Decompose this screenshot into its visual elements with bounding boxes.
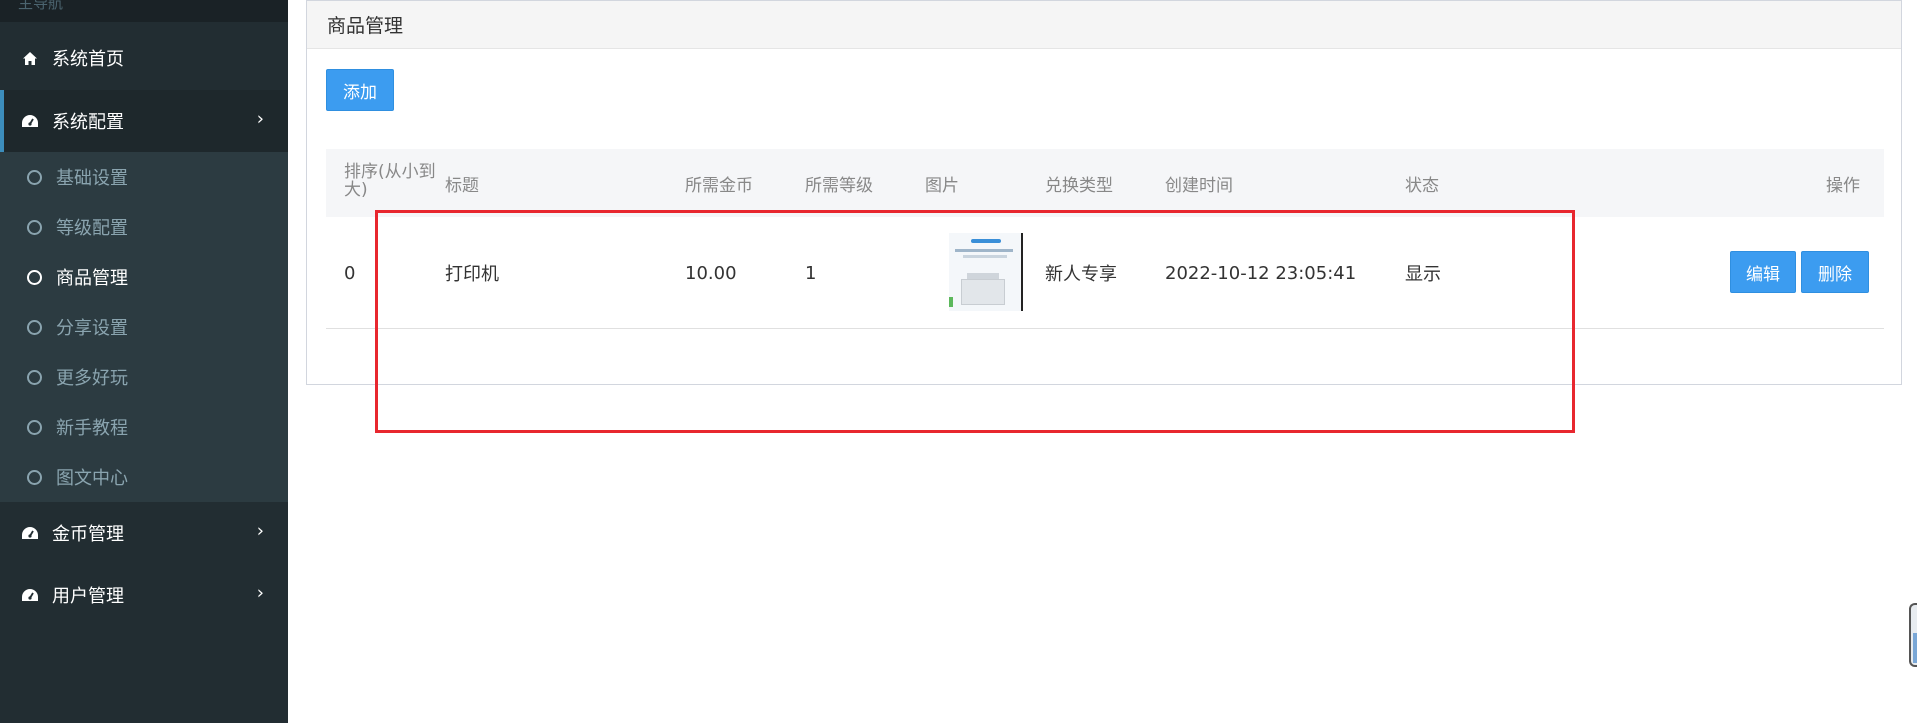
cell-level: 1: [805, 262, 817, 284]
chevron-right-icon: ›: [256, 582, 264, 604]
dashboard-icon: [20, 523, 40, 543]
nav-header: 主导航: [0, 0, 288, 22]
sidebar-item-label: 系统首页: [52, 49, 124, 70]
sidebar-subitem-product-management[interactable]: 商品管理: [0, 252, 288, 302]
column-header-title: 标题: [445, 175, 479, 196]
delete-button[interactable]: 删除: [1801, 251, 1869, 293]
cell-created: 2022-10-12 23:05:41: [1165, 262, 1357, 284]
sidebar-submenu: 基础设置 等级配置 商品管理 分享设置 更多好玩 新手教程 图文中心: [0, 152, 288, 502]
sidebar-subitem-share-settings[interactable]: 分享设置: [0, 302, 288, 352]
sidebar-item-label: 系统配置: [52, 112, 124, 133]
sidebar-subitem-tutorial[interactable]: 新手教程: [0, 402, 288, 452]
column-header-created: 创建时间: [1165, 175, 1233, 196]
table-header: 排序(从小到大) 标题 所需金币 所需等级 图片 兑换类型 创建时间 状态 操作: [326, 149, 1884, 217]
sidebar-subitem-label: 分享设置: [56, 318, 128, 339]
cell-type: 新人专享: [1045, 264, 1117, 285]
column-header-level: 所需等级: [805, 175, 873, 196]
sidebar-subitem-label: 新手教程: [56, 418, 128, 439]
sidebar-item-label: 用户管理: [52, 586, 124, 607]
column-header-coins: 所需金币: [685, 175, 753, 196]
circle-icon: [27, 169, 42, 185]
scroll-handle[interactable]: [1909, 603, 1917, 667]
cell-title: 打印机: [445, 264, 499, 285]
circle-icon: [27, 319, 42, 335]
column-header-actions: 操作: [1826, 175, 1860, 196]
dashboard-icon: [20, 111, 40, 131]
sidebar-item-user-management[interactable]: 用户管理 ›: [0, 570, 288, 620]
dashboard-icon: [20, 585, 40, 605]
sidebar-item-system-config[interactable]: 系统配置 ›: [0, 90, 288, 152]
sidebar-subitem-more-fun[interactable]: 更多好玩: [0, 352, 288, 402]
chevron-right-icon: ›: [256, 108, 264, 130]
sidebar-subitem-basic-settings[interactable]: 基础设置: [0, 152, 288, 202]
column-header-type: 兑换类型: [1045, 175, 1113, 196]
home-icon: [20, 48, 40, 68]
product-panel: 商品管理 添加 排序(从小到大) 标题 所需金币 所需等级 图片 兑换类型 创建…: [306, 0, 1902, 385]
sidebar-subitem-article-center[interactable]: 图文中心: [0, 452, 288, 502]
sidebar-subitem-label: 图文中心: [56, 468, 128, 489]
add-button[interactable]: 添加: [326, 69, 394, 111]
edit-button[interactable]: 编辑: [1730, 251, 1796, 293]
column-header-status: 状态: [1405, 175, 1439, 196]
cell-order: 0: [344, 262, 356, 284]
circle-icon: [27, 369, 42, 385]
panel-title: 商品管理: [307, 1, 1901, 49]
sidebar-subitem-label: 更多好玩: [56, 368, 128, 389]
cell-status: 显示: [1405, 264, 1441, 285]
table-row: 0 打印机 10.00 1 新人专享 2022-10-12 23:05:41 显…: [326, 217, 1884, 329]
sidebar-subitem-label: 商品管理: [56, 268, 128, 289]
sidebar-item-home[interactable]: 系统首页: [0, 33, 288, 83]
sidebar-item-label: 金币管理: [52, 524, 124, 545]
circle-icon: [27, 219, 42, 235]
sidebar-subitem-label: 基础设置: [56, 168, 128, 189]
sidebar-subitem-level-config[interactable]: 等级配置: [0, 202, 288, 252]
column-header-order[interactable]: 排序(从小到大): [344, 149, 439, 217]
product-thumbnail[interactable]: [949, 233, 1023, 311]
chevron-right-icon: ›: [256, 520, 264, 542]
circle-icon: [27, 469, 42, 485]
cell-coins: 10.00: [685, 262, 737, 284]
circle-icon: [27, 269, 42, 285]
main-content: 商品管理 添加 排序(从小到大) 标题 所需金币 所需等级 图片 兑换类型 创建…: [288, 0, 1917, 723]
sidebar-item-coin-management[interactable]: 金币管理 ›: [0, 508, 288, 558]
column-header-image: 图片: [925, 175, 959, 196]
sidebar-subitem-label: 等级配置: [56, 218, 128, 239]
circle-icon: [27, 419, 42, 435]
sidebar: 主导航 系统首页 系统配置 › 基础设置 等级配置 商品管理 分享设置 更多好玩…: [0, 0, 288, 723]
